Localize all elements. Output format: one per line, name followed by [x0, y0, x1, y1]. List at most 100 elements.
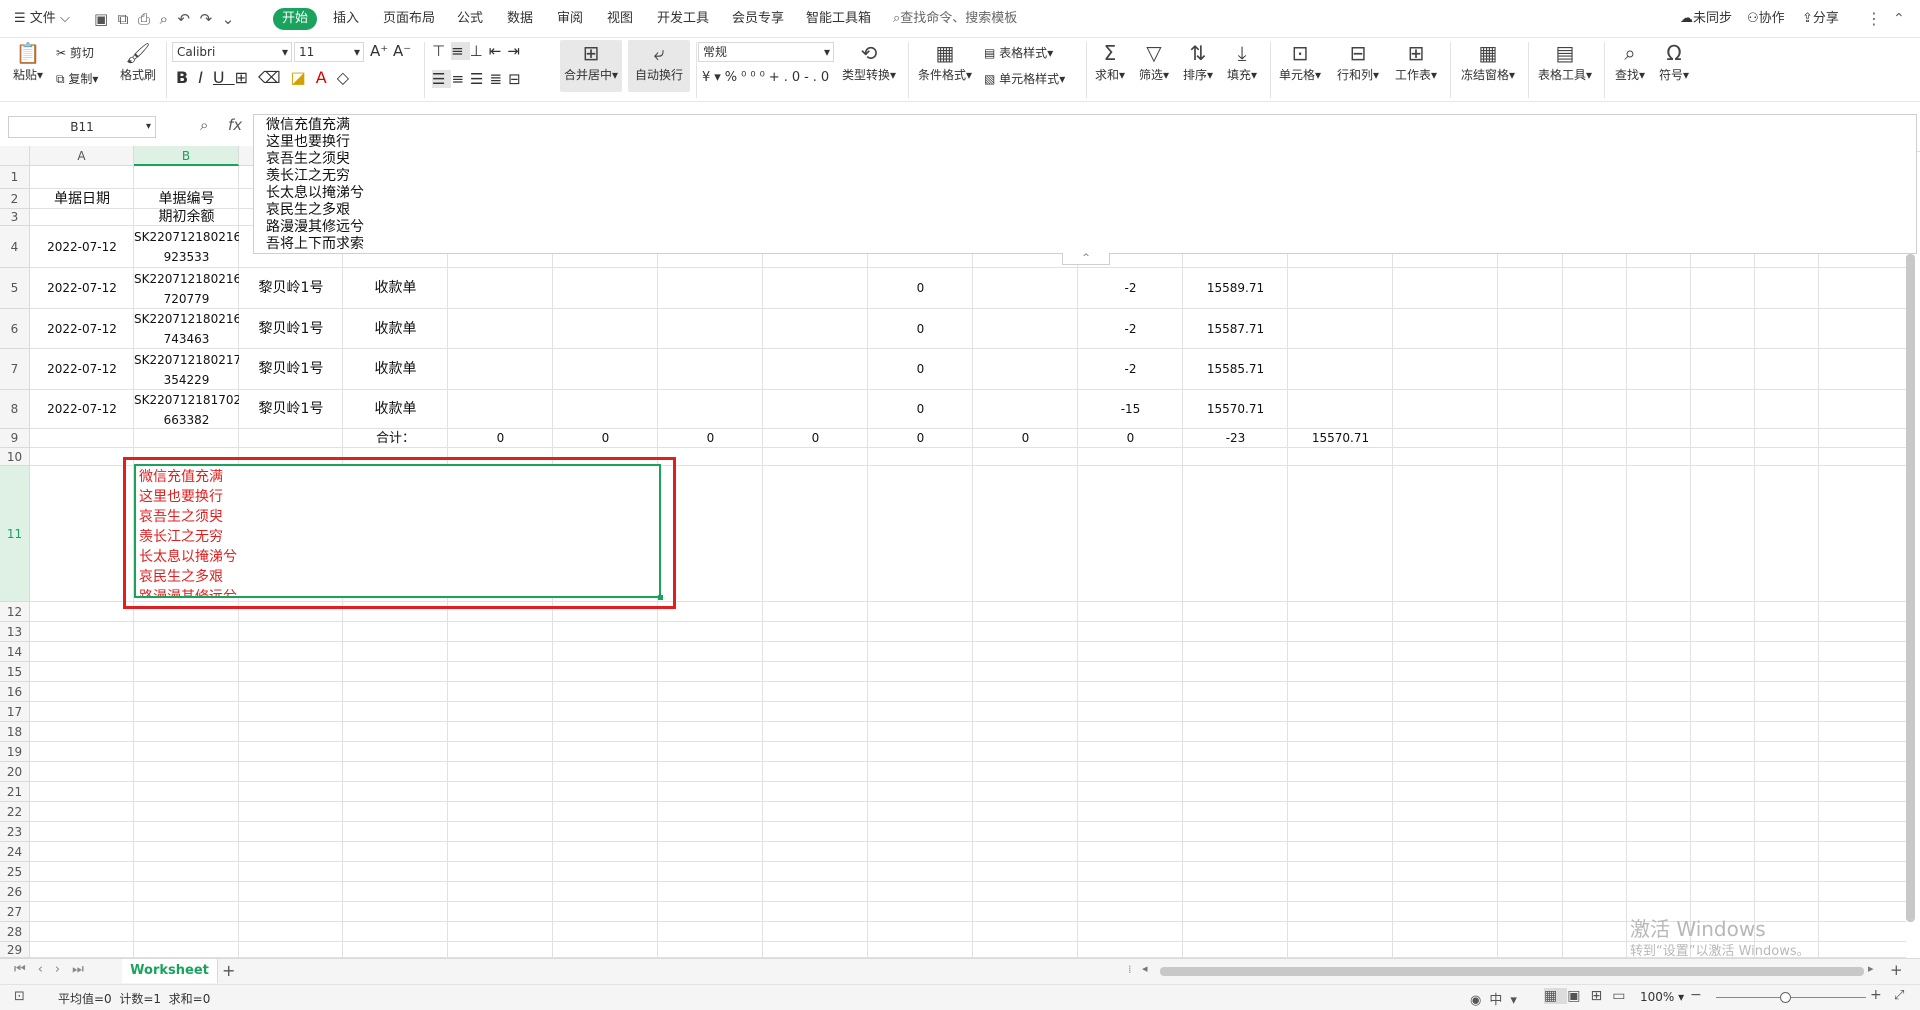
redo-icon[interactable]: ↷: [200, 10, 213, 28]
doc-number-cell[interactable]: SK220712180217 354229: [134, 349, 239, 390]
align-left-icon[interactable]: ☰: [432, 70, 452, 88]
decrease-font-icon[interactable]: A⁻: [393, 42, 411, 60]
row-header[interactable]: 25: [0, 862, 30, 882]
first-sheet-icon[interactable]: ⏮: [14, 962, 38, 977]
export-icon[interactable]: ⧉: [118, 10, 129, 28]
clear-icon[interactable]: ◇: [337, 68, 359, 87]
eye-icon[interactable]: ◉: [1470, 993, 1489, 1008]
merge-center-button[interactable]: ⊞ 合并居中▾: [560, 40, 622, 92]
total-cell[interactable]: 0: [763, 429, 868, 448]
tab-formulas[interactable]: 公式: [457, 9, 483, 29]
date-cell[interactable]: 2022-07-12: [30, 268, 134, 309]
row-header[interactable]: 5: [0, 268, 30, 309]
add-sheet-icon[interactable]: +: [222, 961, 235, 980]
sum-button[interactable]: Σ 求和▾: [1092, 40, 1128, 83]
more-icon[interactable]: ⋮: [1866, 9, 1882, 29]
tab-view[interactable]: 视图: [607, 9, 633, 29]
page-break-view-icon[interactable]: ⊞: [1590, 988, 1612, 1004]
zoom-out-icon[interactable]: −: [1690, 987, 1702, 1003]
column-header[interactable]: B: [134, 146, 239, 166]
symbol-button[interactable]: Ω 符号▾: [1656, 40, 1692, 83]
cell-button[interactable]: ⊡ 单元格▾: [1276, 40, 1324, 83]
doc-number-cell[interactable]: SK220712181702 663382: [134, 390, 239, 429]
row-header[interactable]: 18: [0, 722, 30, 742]
zoom-slider[interactable]: [1716, 997, 1866, 998]
collapse-ribbon-icon[interactable]: ⌃: [1893, 9, 1905, 29]
undo-icon[interactable]: ↶: [178, 10, 191, 28]
amount-cell[interactable]: 0: [868, 309, 973, 349]
date-cell[interactable]: 2022-07-12: [30, 226, 134, 268]
number-format-select[interactable]: 常规 ▾: [698, 42, 834, 62]
underline-icon[interactable]: U: [213, 68, 235, 87]
font-color-icon[interactable]: A: [316, 68, 337, 87]
tab-developer[interactable]: 开发工具: [657, 9, 709, 29]
cell-style-button[interactable]: ▧ 单元格样式▾: [984, 70, 1065, 87]
increase-font-icon[interactable]: A⁺: [370, 42, 388, 60]
row-header[interactable]: 13: [0, 622, 30, 642]
row-header[interactable]: 28: [0, 922, 30, 942]
row-header[interactable]: 10: [0, 448, 30, 466]
amount-cell[interactable]: 0: [868, 268, 973, 309]
balance-cell[interactable]: 15589.71: [1183, 268, 1288, 309]
change-cell[interactable]: -2: [1078, 309, 1183, 349]
scroll-left-icon[interactable]: ◂: [1142, 962, 1148, 975]
name-box[interactable]: B11 ▾: [8, 116, 156, 138]
row-header[interactable]: 16: [0, 682, 30, 702]
zoom-select[interactable]: 100% ▾: [1640, 990, 1684, 1004]
amount-cell[interactable]: 0: [868, 390, 973, 429]
tab-home[interactable]: 开始: [273, 8, 317, 30]
customer-cell[interactable]: 黎贝岭1号: [239, 268, 343, 309]
row-header[interactable]: 7: [0, 349, 30, 390]
column-header[interactable]: A: [30, 146, 134, 166]
italic-icon[interactable]: I: [198, 68, 213, 87]
fullscreen-icon[interactable]: ⤢: [1894, 988, 1904, 1003]
save-icon[interactable]: ▣: [94, 10, 108, 28]
align-middle-icon[interactable]: ≡: [451, 42, 470, 60]
row-header[interactable]: 3: [0, 209, 30, 226]
sheet-tab-worksheet[interactable]: Worksheet: [122, 959, 218, 983]
doc-number-cell[interactable]: SK220712180216 743463: [134, 309, 239, 349]
row-header[interactable]: 11: [0, 466, 30, 602]
doc-type-cell[interactable]: 收款单: [343, 349, 448, 390]
freeze-panes-button[interactable]: ▦ 冻结窗格▾: [1456, 40, 1520, 83]
customer-cell[interactable]: 黎贝岭1号: [239, 309, 343, 349]
row-header[interactable]: 27: [0, 902, 30, 922]
font-size-select[interactable]: 11 ▾: [294, 42, 364, 62]
change-cell[interactable]: -15: [1078, 390, 1183, 429]
tab-member[interactable]: 会员专享: [732, 9, 784, 29]
total-cell[interactable]: 0: [658, 429, 763, 448]
total-label-cell[interactable]: 合计：: [343, 429, 448, 448]
decrease-decimal-icon[interactable]: -.0: [804, 70, 833, 85]
row-header[interactable]: 12: [0, 602, 30, 622]
format-painter-button[interactable]: 🖌 格式刷: [118, 40, 158, 83]
tab-review[interactable]: 审阅: [557, 9, 583, 29]
fill-color-icon[interactable]: ◪: [291, 68, 316, 87]
change-cell[interactable]: -2: [1078, 268, 1183, 309]
collapse-formula-icon[interactable]: ^: [1062, 253, 1110, 265]
bold-icon[interactable]: B: [176, 68, 198, 87]
total-cell[interactable]: 0: [553, 429, 658, 448]
find-button[interactable]: ⌕ 查找▾: [1612, 40, 1648, 83]
doc-number-cell[interactable]: SK220712180216 923533: [134, 226, 239, 268]
row-header[interactable]: 29: [0, 942, 30, 958]
tab-data[interactable]: 数据: [507, 9, 533, 29]
table-tools-button[interactable]: ▤ 表格工具▾: [1534, 40, 1596, 83]
amount-cell[interactable]: 0: [868, 349, 973, 390]
paste-button[interactable]: 📋 粘贴▾: [10, 40, 46, 83]
cut-button[interactable]: ✂ 剪切: [56, 44, 94, 61]
row-header[interactable]: 19: [0, 742, 30, 762]
zoom-slider-thumb[interactable]: [1780, 992, 1791, 1003]
row-header[interactable]: 17: [0, 702, 30, 722]
doc-type-cell[interactable]: 收款单: [343, 309, 448, 349]
filter-button[interactable]: ▽ 筛选▾: [1136, 40, 1172, 83]
row-header[interactable]: 8: [0, 390, 30, 429]
split-handle[interactable]: ⁞: [1128, 963, 1136, 979]
total-cell[interactable]: 0: [1078, 429, 1183, 448]
preview-icon[interactable]: ⌕: [160, 10, 168, 28]
indent-increase-icon[interactable]: ⇥: [507, 42, 526, 60]
total-cell[interactable]: 0: [448, 429, 553, 448]
header-cell-number[interactable]: 单据编号: [134, 189, 239, 209]
share-button[interactable]: ⇪分享: [1802, 9, 1839, 29]
scroll-right-icon[interactable]: ▸: [1868, 962, 1874, 975]
worksheet-button[interactable]: ⊞ 工作表▾: [1392, 40, 1440, 83]
